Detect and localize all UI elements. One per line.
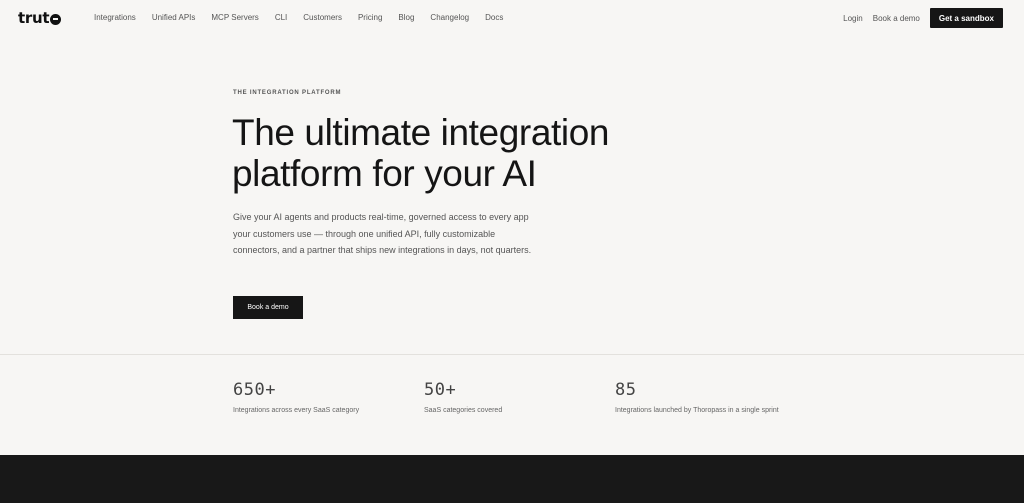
nav-link-mcp-servers[interactable]: MCP Servers [211,13,258,22]
nav-link-cli[interactable]: CLI [275,13,287,22]
stat-categories: 50+ SaaS categories covered [424,380,604,416]
get-sandbox-button[interactable]: Get a sandbox [929,8,1003,28]
hero-subtext: Give your AI agents and products real-ti… [233,212,532,255]
top-nav: trut Integrations Unified APIs MCP Serve… [0,0,1024,36]
stat-value: 50+ [424,380,457,400]
nav-links: Integrations Unified APIs MCP Servers CL… [94,13,519,22]
nav-link-docs[interactable]: Docs [485,13,503,22]
dark-section [0,455,1024,503]
stat-label: Integrations launched by Thoropass in a … [615,407,779,414]
logo-text: trut [18,9,50,27]
truto-logo[interactable]: trut [18,9,62,27]
nav-link-unified-apis[interactable]: Unified APIs [152,13,196,22]
stat-label: SaaS categories covered [424,407,503,414]
stat-integrations: 650+ Integrations across every SaaS cate… [233,380,413,416]
stat-value: 85 [615,380,637,400]
stat-label: Integrations across every SaaS category [233,407,360,414]
login-link[interactable]: Login [843,14,863,23]
book-demo-link[interactable]: Book a demo [873,14,920,23]
nav-link-customers[interactable]: Customers [303,13,342,22]
nav-link-changelog[interactable]: Changelog [430,13,469,22]
nav-link-integrations[interactable]: Integrations [94,13,136,22]
logo-mark-icon [50,13,62,25]
stat-value: 650+ [233,380,276,400]
hero-headline: The ultimate integration platform for yo… [232,112,610,194]
stat-thoropass: 85 Integrations launched by Thoropass in… [615,380,795,416]
book-demo-button[interactable]: Book a demo [233,296,303,319]
nav-actions: Login Book a demo Get a sandbox [843,8,1003,28]
hero-eyebrow: THE INTEGRATION PLATFORM [233,90,342,96]
nav-link-pricing[interactable]: Pricing [358,13,382,22]
stats-section: 650+ Integrations across every SaaS cate… [0,355,1024,455]
nav-link-blog[interactable]: Blog [398,13,414,22]
